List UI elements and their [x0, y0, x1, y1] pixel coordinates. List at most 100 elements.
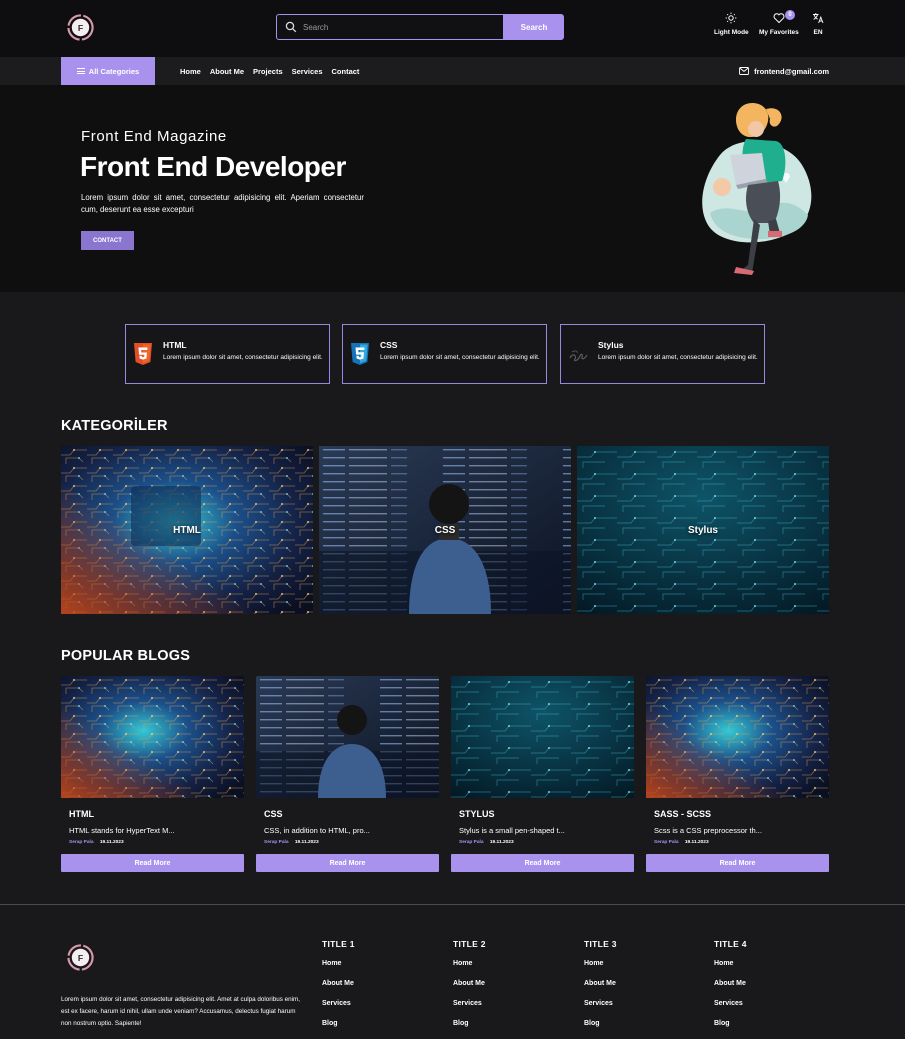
footer-column-title: TITLE 1 — [322, 939, 355, 949]
hero-text: Lorem ipsum dolor sit amet, consectetur … — [81, 193, 364, 214]
blog-thumbnail[interactable] — [61, 676, 244, 798]
footer-link-blog[interactable]: Blog — [584, 1020, 617, 1029]
mail-icon — [739, 67, 750, 75]
footer-link-blog[interactable]: Blog — [322, 1020, 355, 1029]
blog-title: SASS - SCSS — [654, 809, 712, 819]
footer-link-services[interactable]: Services — [322, 1000, 355, 1009]
footer-column-1: TITLE 1 Home About Me Services Blog — [322, 939, 355, 1039]
favorites-button[interactable]: 0 My Favorites — [759, 10, 799, 36]
footer-link-home[interactable]: Home — [322, 960, 355, 969]
email-text: frontend@gmail.com — [754, 66, 829, 76]
blog-thumbnail[interactable] — [256, 676, 439, 798]
sun-icon — [725, 12, 737, 24]
nav-link-contact[interactable]: Contact — [332, 67, 360, 76]
category-tile-stylus[interactable]: Stylus — [577, 446, 829, 614]
blog-card-sass: SASS - SCSS Scss is a CSS preprocessor t… — [646, 676, 829, 872]
read-more-button[interactable]: Read More — [646, 854, 829, 872]
footer-link-home[interactable]: Home — [584, 960, 617, 969]
blog-meta: Serap Pala 19.11.2023 — [654, 840, 709, 845]
footer-divider — [0, 904, 905, 905]
nav-link-services[interactable]: Services — [292, 67, 323, 76]
skill-text: Lorem ipsum dolor sit amet, consectetur … — [598, 354, 758, 361]
footer-link-about-me[interactable]: About Me — [322, 980, 355, 989]
search-input[interactable] — [303, 22, 493, 32]
footer-link-about-me[interactable]: About Me — [714, 980, 747, 989]
footer-link-home[interactable]: Home — [453, 960, 486, 969]
blog-meta: Serap Pala 19.11.2023 — [264, 840, 319, 845]
top-header: F Search Light Mode — [0, 0, 905, 57]
read-more-button[interactable]: Read More — [61, 854, 244, 872]
blog-thumbnail[interactable] — [646, 676, 829, 798]
language-switcher[interactable]: EN — [812, 12, 824, 36]
blog-date: 19.11.2023 — [294, 840, 319, 845]
categories-heading: KATEGORİLER — [61, 418, 168, 434]
language-label: EN — [813, 29, 823, 36]
footer-column-title: TITLE 2 — [453, 939, 486, 949]
translate-icon — [813, 13, 824, 24]
skill-text: Lorem ipsum dolor sit amet, consectetur … — [163, 354, 323, 361]
logo-letter: F — [78, 23, 83, 33]
blog-author: Serap Pala — [654, 840, 679, 845]
footer-link-blog[interactable]: Blog — [453, 1020, 486, 1029]
logo-letter: F — [78, 953, 83, 963]
footer-column-2: TITLE 2 Home About Me Services Blog — [453, 939, 486, 1039]
nav-link-about-me[interactable]: About Me — [210, 67, 244, 76]
favorites-label: My Favorites — [759, 29, 799, 36]
footer-logo[interactable]: F — [66, 943, 95, 972]
footer-link-services[interactable]: Services — [453, 1000, 486, 1009]
skill-title: HTML — [163, 340, 187, 350]
heart-icon — [773, 13, 785, 24]
page: F Search Light Mode — [0, 0, 905, 1039]
skill-text: Lorem ipsum dolor sit amet, consectetur … — [380, 354, 540, 361]
favorites-count-badge: 0 — [785, 10, 795, 20]
skill-card-css[interactable]: CSS Lorem ipsum dolor sit amet, consecte… — [342, 324, 547, 384]
contact-button[interactable]: CONTACT — [81, 231, 134, 250]
light-mode-toggle[interactable]: Light Mode — [714, 12, 749, 36]
stylus-icon — [569, 350, 588, 362]
hero-section: Front End Magazine Front End Developer L… — [0, 85, 905, 292]
footer-link-services[interactable]: Services — [714, 1000, 747, 1009]
blog-description: CSS, in addition to HTML, pro... — [264, 826, 370, 835]
css3-icon — [351, 343, 369, 365]
hero-subtitle: Front End Magazine — [81, 128, 227, 145]
search-button[interactable]: Search — [504, 14, 564, 40]
nav-link-projects[interactable]: Projects — [253, 67, 283, 76]
footer-column-title: TITLE 3 — [584, 939, 617, 949]
category-tile-css[interactable]: CSS — [319, 446, 571, 614]
html5-icon — [134, 343, 152, 365]
blog-card-stylus: STYLUS Stylus is a small pen-shaped t...… — [451, 676, 634, 872]
all-categories-button[interactable]: All Categories — [61, 57, 155, 85]
site-logo[interactable]: F — [66, 13, 95, 42]
blog-card-css: CSS CSS, in addition to HTML, pro... Ser… — [256, 676, 439, 872]
nav-bar: All Categories Home About Me Projects Se… — [0, 57, 905, 85]
read-more-button[interactable]: Read More — [451, 854, 634, 872]
blog-description: HTML stands for HyperText M... — [69, 826, 175, 835]
skill-title: CSS — [380, 340, 398, 350]
blog-thumbnail[interactable] — [451, 676, 634, 798]
skill-card-stylus[interactable]: Stylus Lorem ipsum dolor sit amet, conse… — [560, 324, 765, 384]
hero-title: Front End Developer — [80, 151, 346, 182]
nav-link-home[interactable]: Home — [180, 67, 201, 76]
developer-illustration — [702, 103, 812, 275]
footer-link-about-me[interactable]: About Me — [584, 980, 617, 989]
footer-link-services[interactable]: Services — [584, 1000, 617, 1009]
footer-link-about-me[interactable]: About Me — [453, 980, 486, 989]
circuit-board-image — [646, 676, 829, 798]
category-tile-html[interactable]: HTML — [61, 446, 313, 614]
blog-author: Serap Pala — [264, 840, 289, 845]
blog-meta: Serap Pala 19.11.2023 — [69, 840, 124, 845]
blog-description: Stylus is a small pen-shaped t... — [459, 826, 565, 835]
search-icon — [285, 21, 297, 33]
footer-description: Lorem ipsum dolor sit amet, consectetur … — [61, 996, 301, 1027]
footer-column-4: TITLE 4 Home About Me Services Blog — [714, 939, 747, 1039]
footer-link-home[interactable]: Home — [714, 960, 747, 969]
contact-email[interactable]: frontend@gmail.com — [739, 57, 829, 85]
blog-date: 19.11.2023 — [99, 840, 124, 845]
category-label: CSS — [434, 524, 456, 536]
read-more-button[interactable]: Read More — [256, 854, 439, 872]
skill-card-html[interactable]: HTML Lorem ipsum dolor sit amet, consect… — [125, 324, 330, 384]
blog-author: Serap Pala — [69, 840, 94, 845]
developer-coding-image — [256, 676, 439, 798]
blog-title: STYLUS — [459, 809, 495, 819]
footer-link-blog[interactable]: Blog — [714, 1020, 747, 1029]
